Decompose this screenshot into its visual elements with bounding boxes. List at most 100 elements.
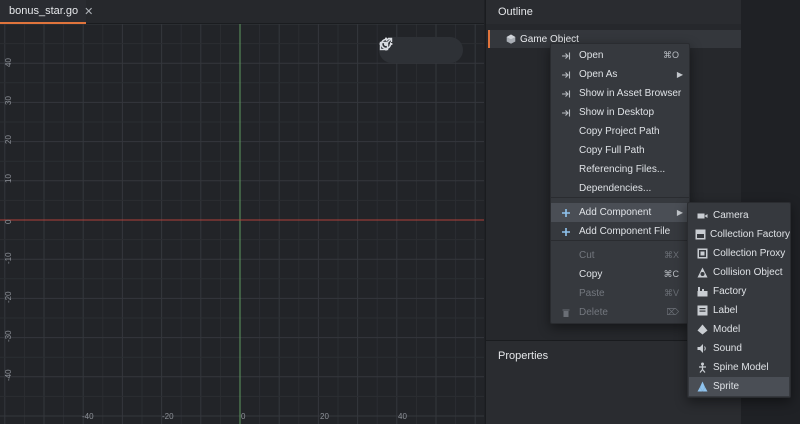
menu-separator	[551, 240, 689, 241]
menu-item-label: Open As	[579, 69, 618, 80]
y-tick-label: 20	[4, 135, 13, 144]
menu-item-dependencies[interactable]: Dependencies...	[551, 179, 689, 198]
menu-item-shortcut: ⌦	[666, 307, 679, 317]
menu-item-label: Show in Asset Browser	[579, 88, 682, 99]
collection-proxy-icon	[695, 248, 709, 259]
plus-icon	[559, 208, 573, 218]
menu-item-label: Add Component File	[579, 226, 671, 237]
menu-item-open-as[interactable]: Open As ▶	[551, 65, 689, 84]
label-icon	[695, 305, 709, 316]
factory-icon	[695, 286, 709, 297]
submenu-item-sound[interactable]: Sound	[689, 339, 789, 358]
menu-item-label: Cut	[579, 250, 595, 261]
add-component-submenu: Camera Collection Factory Collection Proxy…	[687, 202, 791, 398]
x-tick-label: 40	[398, 412, 407, 421]
menu-item-copy-full-path[interactable]: Copy Full Path	[551, 141, 689, 160]
menu-item-open[interactable]: Open ⌘O	[551, 46, 689, 65]
scale-tool-button[interactable]	[379, 37, 455, 60]
submenu-item-label: Spine Model	[713, 362, 769, 373]
menu-item-show-in-desktop[interactable]: Show in Desktop	[551, 103, 689, 122]
submenu-item-label: Model	[713, 324, 741, 335]
scene-grid	[0, 24, 484, 424]
menu-item-label: Delete	[579, 307, 608, 318]
submenu-item-label: Sound	[713, 343, 742, 354]
submenu-item-camera[interactable]: Camera	[689, 206, 789, 225]
show-desktop-icon	[559, 108, 573, 118]
submenu-item-label: Collection Proxy	[713, 248, 786, 259]
menu-item-label: Dependencies...	[579, 183, 652, 194]
sound-icon	[695, 343, 709, 354]
submenu-item-label: Sprite	[713, 381, 740, 392]
menu-item-delete: Delete ⌦	[551, 303, 689, 322]
menu-item-shortcut: ⌘V	[663, 288, 679, 298]
menu-item-show-in-asset-browser[interactable]: Show in Asset Browser	[551, 84, 689, 103]
menu-item-shortcut: ⌘X	[663, 250, 679, 260]
submenu-arrow-icon: ▶	[676, 70, 683, 79]
submenu-item-label: Collision Object	[713, 267, 783, 278]
spine-model-icon	[695, 362, 709, 373]
menu-item-paste: Paste ⌘V	[551, 284, 689, 303]
submenu-item-collection-factory[interactable]: Collection Factory	[689, 225, 791, 244]
y-tick-label: -20	[4, 291, 13, 303]
menu-item-add-component-file[interactable]: Add Component File	[551, 222, 689, 241]
menu-item-referencing-files[interactable]: Referencing Files...	[551, 160, 689, 179]
scene-toolbar	[379, 37, 463, 63]
submenu-item-collection-proxy[interactable]: Collection Proxy	[689, 244, 789, 263]
open-icon	[559, 51, 573, 61]
menu-separator	[551, 197, 689, 198]
close-icon[interactable]: ✕	[84, 5, 93, 18]
submenu-item-label[interactable]: Label	[689, 301, 789, 320]
y-tick-label: 30	[4, 96, 13, 105]
y-tick-label: -10	[4, 252, 13, 264]
menu-item-copy[interactable]: Copy ⌘C	[551, 265, 689, 284]
submenu-item-spine-model[interactable]: Spine Model	[689, 358, 789, 377]
submenu-item-label: Collection Factory	[710, 229, 791, 240]
x-tick-label: -40	[82, 412, 94, 421]
submenu-item-collision-object[interactable]: Collision Object	[689, 263, 789, 282]
open-as-icon	[559, 70, 573, 80]
camera-icon	[695, 211, 709, 221]
collection-factory-icon	[695, 229, 706, 240]
sprite-icon	[695, 381, 709, 392]
x-tick-label: -20	[162, 412, 174, 421]
submenu-item-factory[interactable]: Factory	[689, 282, 789, 301]
menu-item-label: Add Component	[579, 207, 652, 218]
menu-item-label: Paste	[579, 288, 605, 299]
rotate-tool-button[interactable]	[380, 37, 431, 60]
outline-title: Outline	[498, 6, 533, 18]
show-asset-icon	[559, 89, 573, 99]
menu-item-cut: Cut ⌘X	[551, 246, 689, 265]
context-menu: Open ⌘O Open As ▶ Show in Asset Browser Show …	[550, 43, 690, 324]
menu-item-label: Referencing Files...	[579, 164, 666, 175]
y-tick-label: 0	[4, 219, 13, 224]
menu-item-add-component[interactable]: Add Component ▶	[551, 203, 689, 222]
y-tick-label: -30	[4, 330, 13, 342]
submenu-item-label: Camera	[713, 210, 749, 221]
collision-object-icon	[695, 267, 709, 278]
submenu-item-sprite[interactable]: Sprite	[689, 377, 789, 396]
y-tick-label: 40	[4, 58, 13, 67]
x-tick-label: 20	[320, 412, 329, 421]
menu-item-copy-project-path[interactable]: Copy Project Path	[551, 122, 689, 141]
menu-item-label: Copy Full Path	[579, 145, 645, 156]
menu-item-shortcut: ⌘O	[662, 50, 679, 60]
properties-title: Properties	[498, 350, 549, 362]
tab-bonus-star[interactable]: bonus_star.go ✕	[0, 0, 93, 24]
submenu-item-label: Factory	[713, 286, 747, 297]
tab-label: bonus_star.go	[9, 5, 79, 17]
x-tick-label: 0	[241, 412, 246, 421]
scale-icon	[379, 37, 393, 51]
plus-icon	[559, 227, 573, 237]
outline-header: Outline	[486, 0, 742, 24]
menu-item-label: Copy Project Path	[579, 126, 660, 137]
trash-icon	[559, 308, 573, 318]
menu-item-shortcut: ⌘C	[663, 269, 680, 279]
menu-item-label: Copy	[579, 269, 603, 280]
y-tick-label: -40	[4, 369, 13, 381]
scene-viewport[interactable]: -40 -20 0 20 40 40 30 20 10 0 -10 -20 -3…	[0, 24, 484, 424]
submenu-item-label: Label	[713, 305, 738, 316]
submenu-arrow-icon: ▶	[676, 208, 683, 217]
game-object-icon	[506, 34, 516, 44]
submenu-item-model[interactable]: Model	[689, 320, 789, 339]
y-tick-label: 10	[4, 174, 13, 183]
